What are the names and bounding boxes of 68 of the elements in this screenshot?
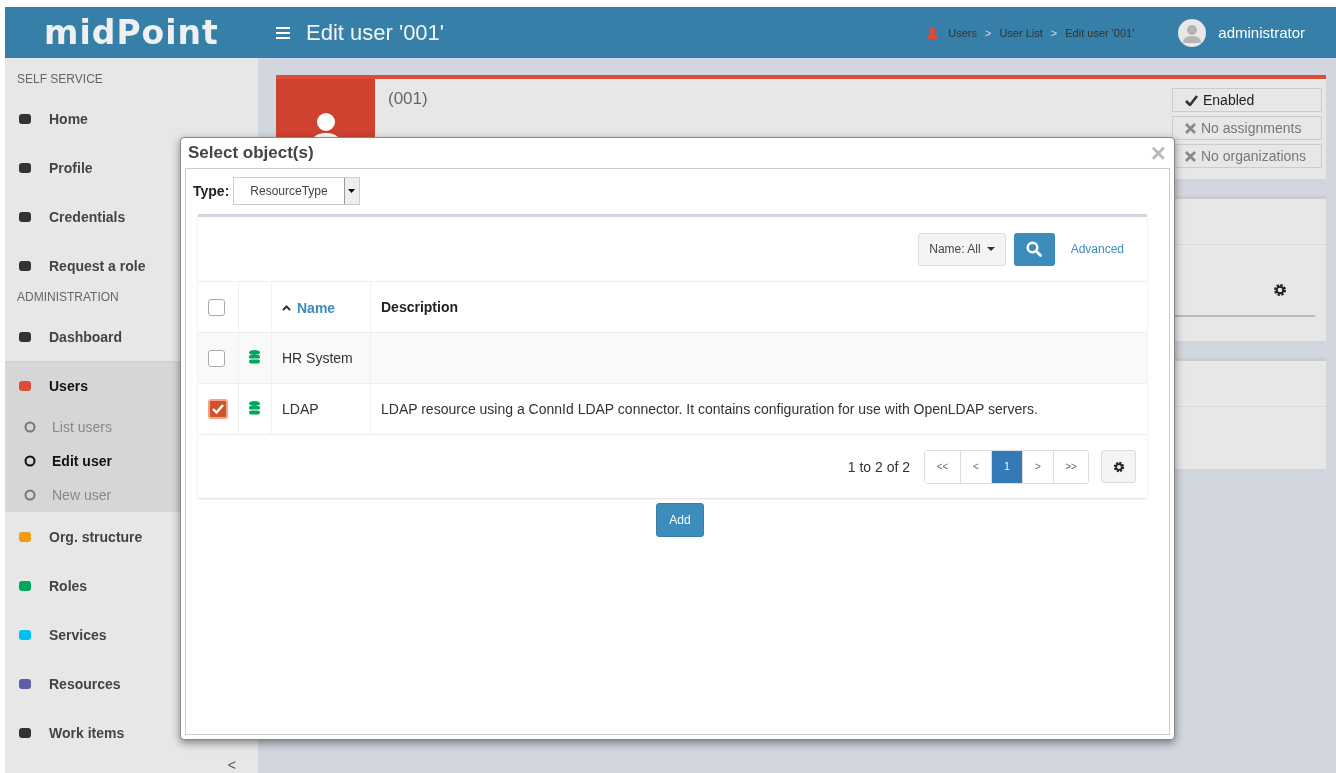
sidebar-item[interactable]: Org. structure [5,512,258,561]
check-icon [1185,94,1198,106]
sort-up-icon [282,305,291,311]
table-cell: LDAP resource using a ConnId LDAP connector. It contains configuration for use with OpenLDAP servers. [381,401,1038,417]
database-icon [249,400,260,415]
menu-icon[interactable] [276,26,290,39]
type-dropdown[interactable]: ResourceType [233,177,360,205]
menu-item-icon [18,676,32,691]
logo[interactable]: midPoint [44,13,219,52]
database-icon [249,349,260,364]
page-button[interactable]: 1 [992,450,1023,483]
page-title: Edit user '001' [306,19,445,46]
row-checkbox[interactable] [208,399,228,419]
menu-item-icon [18,329,32,344]
sidebar-section-label: ADMINISTRATION [17,290,119,306]
dialog-title: Select object(s) [188,143,314,163]
sidebar-item[interactable]: Roles [5,561,258,610]
row-checkbox[interactable] [208,349,225,367]
settings-icon [1112,460,1125,473]
table-cell: LDAP [282,401,319,417]
cross-icon [1185,150,1196,162]
column-header[interactable]: Description [381,299,458,315]
status-tag: No assignments [1172,116,1322,140]
menu-item-icon [18,627,32,642]
breadcrumb-separator: > [1050,26,1058,39]
user-name[interactable]: administrator [1218,24,1305,41]
search-button[interactable] [1013,232,1055,266]
sidebar-item[interactable]: Resources [5,659,258,708]
collapse-toggle[interactable]: < [227,757,236,773]
caret-icon [348,189,356,193]
avatar-icon [1178,18,1207,47]
menu-item-icon [18,258,32,273]
type-label: Type: [193,183,230,199]
menu-item-icon [18,578,32,593]
sidebar-item[interactable]: Services [5,610,258,659]
check-icon [211,403,225,415]
status-tag: No organizations [1172,144,1322,168]
select-all-checkbox[interactable] [208,298,225,316]
pagination-summary: 1 to 2 of 2 [847,458,910,475]
settings-icon[interactable] [1273,283,1287,297]
circle-icon [24,489,36,501]
breadcrumb-separator: > [985,26,992,39]
settings-button[interactable] [1101,450,1136,483]
search-icon [1026,241,1043,257]
sidebar-item[interactable]: Request a role [5,241,258,290]
menu-item-icon [18,725,32,740]
column-header[interactable]: Name [282,300,336,316]
sidebar-item[interactable]: Dashboard [5,312,258,361]
sidebar-item[interactable]: Work items [5,708,258,757]
user-id: (001) [388,89,428,108]
circle-icon [24,421,36,433]
caret-icon [986,247,995,251]
status-tag: Enabled [1172,88,1322,112]
sidebar-section-label: SELF SERVICE [17,72,103,88]
advanced-link[interactable]: Advanced [1070,242,1124,256]
menu-item-icon [18,160,32,175]
sidebar-item[interactable]: Home [5,94,258,143]
circle-icon [24,455,36,467]
cross-icon [1185,122,1196,134]
menu-item-icon [18,209,32,224]
filter-dropdown[interactable]: Name: All [918,232,1006,266]
menu-item-icon [18,378,32,393]
menu-item-icon [18,111,32,126]
page-button[interactable]: << [925,450,961,483]
user-icon [927,26,939,39]
add-button[interactable]: Add [656,503,704,537]
menu-item-icon [18,529,32,544]
table-cell: HR System [282,350,353,366]
